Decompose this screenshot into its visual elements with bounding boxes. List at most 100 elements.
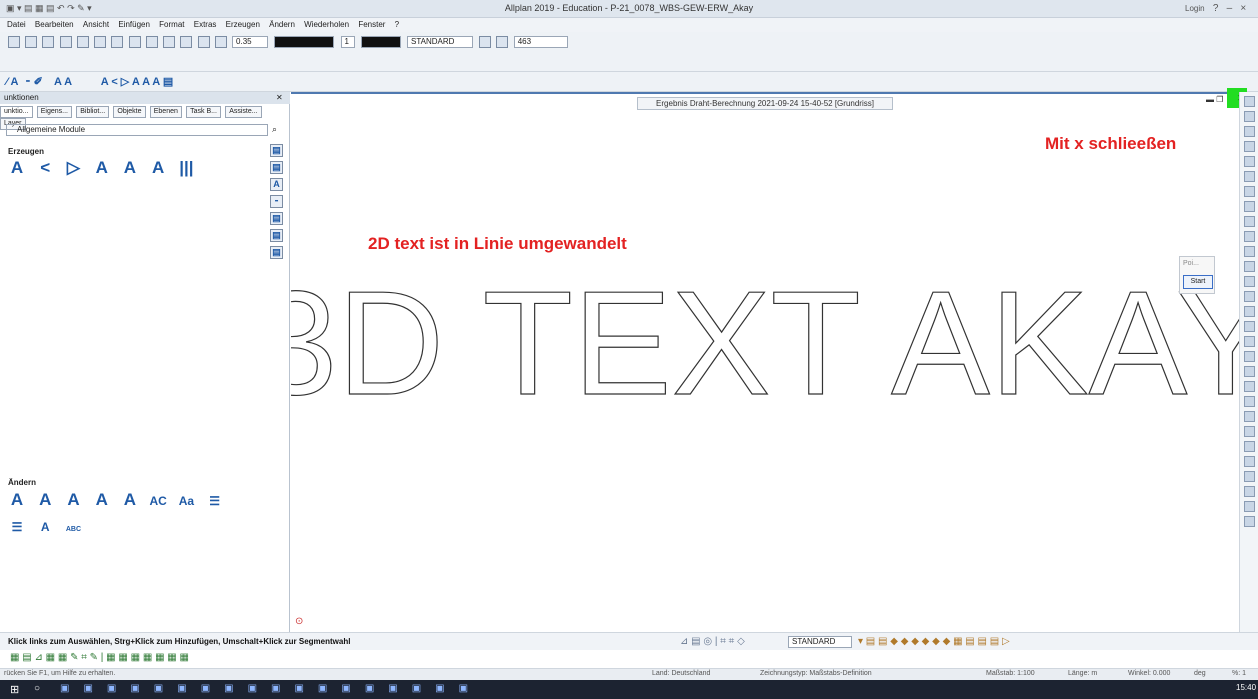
right-tool-24[interactable]	[1244, 441, 1255, 452]
menu-datei[interactable]: Datei	[7, 20, 26, 29]
light-icon[interactable]	[496, 36, 509, 48]
right-tool-18[interactable]	[1244, 351, 1255, 362]
print-icon[interactable]	[59, 36, 72, 48]
bottom-tool-icons[interactable]: ▦ ▤ ⊿ ▦ ▦ ✎ ⌗ ✎ | ▦ ▦ ▦ ▦ ▦ ▦ ▦	[10, 652, 189, 663]
line-color-select[interactable]	[274, 36, 335, 48]
side-tool-2[interactable]: ▤	[270, 161, 283, 174]
right-tool-21[interactable]	[1244, 396, 1255, 407]
menu-aendern[interactable]: Ändern	[269, 20, 295, 29]
menu-help[interactable]: ?	[395, 20, 399, 29]
tab-bibliothek[interactable]: Bibliot...	[76, 106, 110, 118]
windows-start-icon[interactable]: ⊞	[10, 683, 19, 696]
right-tool-28[interactable]	[1244, 501, 1255, 512]
right-tool-6[interactable]	[1244, 171, 1255, 182]
search-icon[interactable]: ⌕	[272, 124, 277, 135]
tab-ebenen[interactable]: Ebenen	[149, 106, 182, 118]
save-icon[interactable]	[42, 36, 55, 48]
modify-tool-1[interactable]: A	[4, 490, 30, 510]
login-link[interactable]: Login	[1185, 4, 1205, 13]
delete-icon[interactable]	[180, 36, 193, 48]
line-field[interactable]: 1	[340, 36, 355, 48]
undo-icon[interactable]	[128, 36, 141, 48]
text-create-tool[interactable]: A	[4, 158, 30, 178]
tab-funktionen[interactable]: unktio...	[0, 106, 33, 118]
view-window-controls[interactable]: ▬ ❐	[1206, 95, 1223, 104]
menu-extras[interactable]: Extras	[194, 20, 217, 29]
right-tool-14[interactable]	[1244, 291, 1255, 302]
menu-einfuegen[interactable]: Einfügen	[118, 20, 150, 29]
modify-tool-2[interactable]: A	[32, 490, 58, 510]
module-select[interactable]: Allgemeine Module	[6, 124, 268, 136]
help-icon[interactable]: ?	[1213, 3, 1219, 14]
text-point-tool[interactable]: A	[117, 158, 143, 178]
right-tool-17[interactable]	[1244, 336, 1255, 347]
right-tool-29[interactable]	[1244, 516, 1255, 527]
modify-tool-5[interactable]: A	[117, 490, 143, 510]
side-tool-5[interactable]: ▤	[270, 212, 283, 225]
side-tool-4[interactable]: ⁃	[270, 195, 283, 208]
modify-tool-11[interactable]: ABC	[60, 526, 86, 533]
open-icon[interactable]	[25, 36, 38, 48]
layout-icon[interactable]	[163, 36, 176, 48]
modify-tool-3[interactable]: A	[60, 490, 86, 510]
modify-tool-7[interactable]: Aa	[173, 494, 199, 508]
status-style-select[interactable]: STANDARD	[788, 636, 852, 648]
right-tool-7[interactable]	[1244, 186, 1255, 197]
layer-field[interactable]: 463	[513, 36, 568, 48]
menu-erzeugen[interactable]: Erzeugen	[226, 20, 260, 29]
property-icon[interactable]	[479, 36, 492, 48]
pen-icon[interactable]	[214, 36, 227, 48]
modify-tool-8[interactable]: ☰	[202, 494, 228, 508]
copy-icon[interactable]	[76, 36, 89, 48]
right-tool-9[interactable]	[1244, 216, 1255, 227]
tab-assistent[interactable]: Assiste...	[225, 106, 262, 118]
tab-taskbar[interactable]: Task B...	[186, 106, 221, 118]
modify-tool-6[interactable]: AC	[145, 494, 171, 508]
right-tool-22[interactable]	[1244, 411, 1255, 422]
line-tool-icon[interactable]: ⁄ A	[6, 76, 18, 88]
menu-wiederholen[interactable]: Wiederholen	[304, 20, 349, 29]
right-tool-2[interactable]	[1244, 111, 1255, 122]
right-tool-5[interactable]	[1244, 156, 1255, 167]
right-tool-25[interactable]	[1244, 456, 1255, 467]
view-icon[interactable]	[111, 36, 124, 48]
right-tool-13[interactable]	[1244, 276, 1255, 287]
close-icon[interactable]: ×	[1240, 3, 1246, 14]
start-button[interactable]: Start	[1183, 275, 1213, 289]
right-tool-11[interactable]	[1244, 246, 1255, 257]
angle-tool[interactable]: <	[32, 158, 58, 178]
right-tool-20[interactable]	[1244, 381, 1255, 392]
style-select[interactable]: STANDARD	[406, 36, 473, 48]
pen-field[interactable]: 0.35	[232, 36, 269, 48]
text-size-icon[interactable]: A < ▷ A A A ▤	[101, 76, 174, 88]
right-tool-8[interactable]	[1244, 201, 1255, 212]
redo-icon[interactable]	[145, 36, 158, 48]
side-tool-6[interactable]: ▤	[270, 229, 283, 242]
text-format-icon[interactable]: A A	[54, 76, 72, 88]
right-tool-4[interactable]	[1244, 141, 1255, 152]
right-tool-10[interactable]	[1244, 231, 1255, 242]
right-tool-16[interactable]	[1244, 321, 1255, 332]
taskbar-apps[interactable]: ▣▣▣▣▣▣▣▣▣▣▣▣▣▣▣▣▣▣	[60, 683, 482, 694]
paste-icon[interactable]	[94, 36, 107, 48]
modify-tool-10[interactable]: A	[32, 520, 58, 534]
snap-tools[interactable]: ⊿ ▤ ◎ | ⌗ ⌗ ◇	[680, 636, 745, 647]
side-tool-1[interactable]: ▤	[270, 144, 283, 157]
tab-objekte[interactable]: Objekte	[113, 106, 146, 118]
side-tool-3[interactable]: A	[270, 178, 283, 191]
side-tool-7[interactable]: ▤	[270, 246, 283, 259]
minimize-icon[interactable]: –	[1227, 3, 1233, 14]
modify-tool-9[interactable]: ☰	[4, 520, 30, 534]
right-tool-23[interactable]	[1244, 426, 1255, 437]
color-tools[interactable]: ▾ ▤ ▤ ◆ ◆ ◆ ◆ ◆ ◆ ▦ ▤ ▤ ▤ ▷	[858, 636, 1010, 647]
right-tool-15[interactable]	[1244, 306, 1255, 317]
new-file-icon[interactable]	[8, 36, 20, 48]
menu-ansicht[interactable]: Ansicht	[83, 20, 109, 29]
text-tool-icon[interactable]: ⁃ ✐	[25, 76, 43, 88]
quick-access-toolbar[interactable]: ▣ ▾ ▤ ▦ ▤ ↶ ↷ ✎ ▾	[6, 3, 92, 14]
right-tool-12[interactable]	[1244, 261, 1255, 272]
right-tool-3[interactable]	[1244, 126, 1255, 137]
right-tool-27[interactable]	[1244, 486, 1255, 497]
pointer-tool[interactable]: ▷	[60, 158, 86, 178]
right-tool-1[interactable]	[1244, 96, 1255, 107]
